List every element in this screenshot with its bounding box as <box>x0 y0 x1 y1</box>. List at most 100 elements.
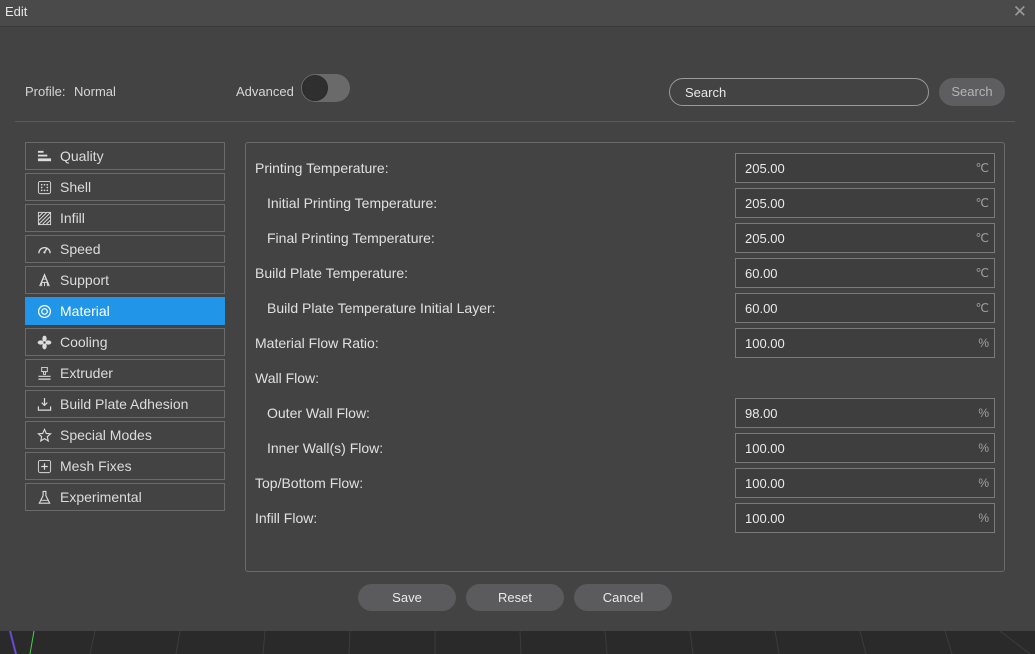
sidebar-item-extruder[interactable]: Extruder <box>25 359 225 387</box>
setting-value: 60.00 <box>745 300 778 316</box>
setting-label: Material Flow Ratio: <box>255 335 379 351</box>
fan-icon <box>36 334 52 350</box>
sidebar-item-special-modes[interactable]: Special Modes <box>25 421 225 449</box>
cancel-button[interactable]: Cancel <box>574 584 672 611</box>
shell-icon <box>36 179 52 195</box>
sidebar-item-quality[interactable]: Quality <box>25 142 225 170</box>
window-title: Edit <box>5 4 28 19</box>
sidebar-item-label: Shell <box>60 179 92 195</box>
setting-value: 100.00 <box>745 475 785 491</box>
unit-label: % <box>978 441 989 455</box>
setting-value: 205.00 <box>745 230 785 246</box>
setting-row: Top/Bottom Flow: 100.00% <box>246 468 1004 498</box>
setting-row: Printing Temperature: 205.00 ℃ <box>246 153 1004 183</box>
profile-label: Profile: <box>25 84 66 99</box>
setting-value: 205.00 <box>745 160 785 176</box>
search-input[interactable] <box>669 78 929 106</box>
setting-row: Inner Wall(s) Flow: 100.00% <box>246 433 1004 463</box>
search-button[interactable]: Search <box>939 78 1005 106</box>
sidebar-item-build-plate-adhesion[interactable]: Build Plate Adhesion <box>25 390 225 418</box>
advanced-toggle[interactable] <box>301 74 350 102</box>
setting-value-field[interactable]: 100.00% <box>735 328 995 358</box>
header-divider <box>15 121 1015 122</box>
sidebar-item-label: Extruder <box>60 365 113 381</box>
setting-label: Top/Bottom Flow: <box>255 475 364 491</box>
advanced-label: Advanced <box>236 84 294 99</box>
unit-label: ℃ <box>975 231 989 245</box>
setting-value-field[interactable]: 205.00 ℃ <box>735 188 995 218</box>
setting-row: Final Printing Temperature: 205.00 ℃ <box>246 223 1004 253</box>
profile-value: Normal <box>74 84 116 99</box>
sidebar-item-label: Infill <box>60 210 85 226</box>
unit-label: % <box>978 476 989 490</box>
setting-label: Wall Flow: <box>255 370 320 386</box>
setting-label: Infill Flow: <box>255 510 318 526</box>
unit-label: % <box>978 406 989 420</box>
save-button[interactable]: Save <box>358 584 456 611</box>
setting-label: Printing Temperature: <box>255 160 389 176</box>
setting-row: Infill Flow: 100.00% <box>246 503 1004 533</box>
edit-dialog: Profile: Normal Advanced Search Quality S… <box>0 27 1035 631</box>
setting-label: Outer Wall Flow: <box>267 405 370 421</box>
setting-value: 100.00 <box>745 510 785 526</box>
setting-row: Wall Flow: <box>246 363 1004 393</box>
setting-value: 60.00 <box>745 265 778 281</box>
unit-label: % <box>978 511 989 525</box>
sidebar-item-experimental[interactable]: Experimental <box>25 483 225 511</box>
setting-value-field[interactable]: 100.00% <box>735 468 995 498</box>
extruder-icon <box>36 365 52 381</box>
setting-value-field[interactable]: 205.00 ℃ <box>735 223 995 253</box>
sidebar-item-material[interactable]: Material <box>25 297 225 325</box>
unit-label: % <box>978 336 989 350</box>
sidebar-item-label: Support <box>60 272 110 288</box>
category-sidebar: Quality Shell Infill Speed Support Material Co… <box>25 142 225 514</box>
close-icon[interactable]: ✕ <box>1013 2 1027 22</box>
setting-row: Material Flow Ratio: 100.00% <box>246 328 1004 358</box>
sidebar-item-infill[interactable]: Infill <box>25 204 225 232</box>
sidebar-item-support[interactable]: Support <box>25 266 225 294</box>
setting-label: Initial Printing Temperature: <box>267 195 438 211</box>
setting-row: Outer Wall Flow: 98.00% <box>246 398 1004 428</box>
sidebar-item-mesh-fixes[interactable]: Mesh Fixes <box>25 452 225 480</box>
setting-value-field[interactable]: 100.00% <box>735 433 995 463</box>
setting-value: 205.00 <box>745 195 785 211</box>
speed-icon <box>36 241 52 257</box>
sidebar-item-label: Mesh Fixes <box>60 458 132 474</box>
reset-button[interactable]: Reset <box>466 584 564 611</box>
settings-panel: Printing Temperature: 205.00 ℃ Initial Prin… <box>245 142 1005 572</box>
star-icon <box>36 427 52 443</box>
quality-icon <box>36 148 52 164</box>
sidebar-item-label: Speed <box>60 241 101 257</box>
viewport-grid <box>9 630 1031 654</box>
sidebar-item-label: Build Plate Adhesion <box>60 396 189 412</box>
adhesion-icon <box>36 396 52 412</box>
setting-label: Final Printing Temperature: <box>267 230 435 246</box>
sidebar-item-shell[interactable]: Shell <box>25 173 225 201</box>
unit-label: ℃ <box>975 266 989 280</box>
material-icon <box>36 303 52 319</box>
setting-value-field[interactable]: 205.00 ℃ <box>735 153 995 183</box>
sidebar-item-speed[interactable]: Speed <box>25 235 225 263</box>
unit-label: ℃ <box>975 161 989 175</box>
setting-value-field[interactable]: 98.00% <box>735 398 995 428</box>
sidebar-item-label: Experimental <box>60 489 142 505</box>
setting-value: 100.00 <box>745 440 785 456</box>
support-icon <box>36 272 52 288</box>
setting-label: Inner Wall(s) Flow: <box>267 440 384 456</box>
infill-icon <box>36 210 52 226</box>
sidebar-item-cooling[interactable]: Cooling <box>25 328 225 356</box>
sidebar-item-label: Material <box>60 303 110 319</box>
setting-value-field[interactable]: 60.00 ℃ <box>735 293 995 323</box>
unit-label: ℃ <box>975 301 989 315</box>
flask-icon <box>36 489 52 505</box>
setting-value-field[interactable]: 60.00 ℃ <box>735 258 995 288</box>
setting-value: 98.00 <box>745 405 778 421</box>
sidebar-item-label: Cooling <box>60 334 108 350</box>
unit-label: ℃ <box>975 196 989 210</box>
setting-row: Initial Printing Temperature: 205.00 ℃ <box>246 188 1004 218</box>
sidebar-item-label: Special Modes <box>60 427 152 443</box>
setting-row: Build Plate Temperature: 60.00 ℃ <box>246 258 1004 288</box>
setting-value-field[interactable]: 100.00% <box>735 503 995 533</box>
plus-box-icon <box>36 458 52 474</box>
toggle-knob <box>302 75 328 101</box>
